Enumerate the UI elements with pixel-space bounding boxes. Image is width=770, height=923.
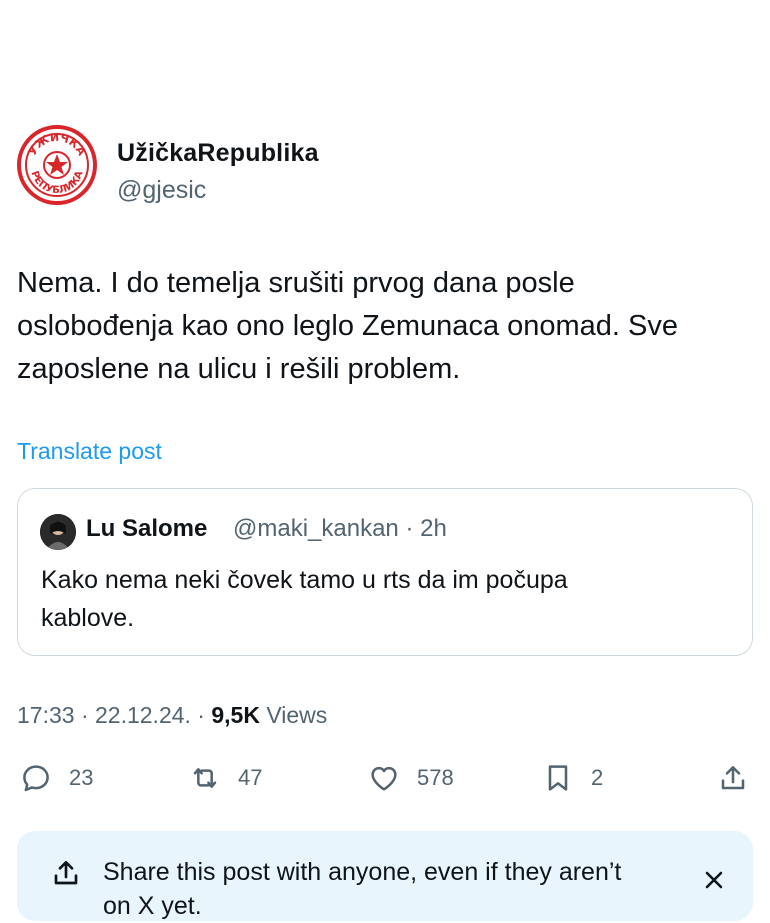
tweet-meta: 17:33 · 22.12.24. · 9,5K Views	[17, 702, 327, 729]
share-icon	[54, 861, 78, 885]
author-handle[interactable]: @gjesic	[117, 176, 206, 205]
author-avatar[interactable]: УЖИЧКА РЕПУБЛИКА	[17, 125, 97, 205]
reply-count: 23	[69, 765, 94, 790]
quoted-author-name[interactable]: Lu Salome	[86, 515, 207, 543]
views-count: 9,5K	[211, 702, 260, 728]
heart-icon	[371, 766, 397, 791]
like-count: 578	[417, 765, 454, 790]
share-button[interactable]	[717, 760, 749, 796]
bookmark-count: 2	[591, 765, 604, 790]
like-button[interactable]: 578	[368, 760, 454, 796]
bookmark-button[interactable]: 2	[542, 760, 603, 796]
author-display-name[interactable]: UžičkaRepublika	[117, 139, 319, 168]
repost-icon	[193, 768, 217, 788]
share-prompt-text: Share this post with anyone, even if the…	[103, 855, 621, 923]
tweet-text-line: zaposlene na ulicu i rešili problem.	[17, 353, 461, 385]
close-icon[interactable]	[700, 866, 728, 894]
bookmark-icon	[548, 765, 568, 791]
translate-post-link[interactable]: Translate post	[17, 438, 162, 465]
repost-count: 47	[238, 765, 263, 790]
share-prompt-line: on X yet.	[103, 892, 202, 920]
tweet-text-line: Nema. I do temelja srušiti prvog dana po…	[17, 267, 575, 299]
tweet-text: Nema. I do temelja srušiti prvog dana po…	[17, 262, 757, 391]
tweet-text-line: oslobođenja kao ono leglo Zemunaca onoma…	[17, 310, 679, 342]
tweet-timestamp[interactable]: 17:33 · 22.12.24. ·	[17, 702, 211, 728]
quoted-text-line: Kako nema neki čovek tamo u rts da im po…	[41, 566, 568, 594]
quoted-tweet-text: Kako nema neki čovek tamo u rts da im po…	[41, 561, 741, 637]
repost-button[interactable]: 47	[189, 760, 262, 796]
uzicka-republika-logo: УЖИЧКА РЕПУБЛИКА	[25, 131, 89, 197]
quoted-author-handle-time[interactable]: @maki_kankan · 2h	[233, 515, 447, 543]
share-icon	[721, 766, 745, 790]
views-label: Views	[259, 702, 328, 728]
reply-icon	[23, 765, 49, 792]
reply-button[interactable]: 23	[20, 760, 93, 796]
quoted-text-line: kablove.	[41, 604, 135, 632]
share-prompt-line: Share this post with anyone, even if the…	[103, 858, 622, 886]
quoted-author-avatar[interactable]	[40, 514, 76, 550]
quoted-avatar-image	[40, 514, 76, 550]
